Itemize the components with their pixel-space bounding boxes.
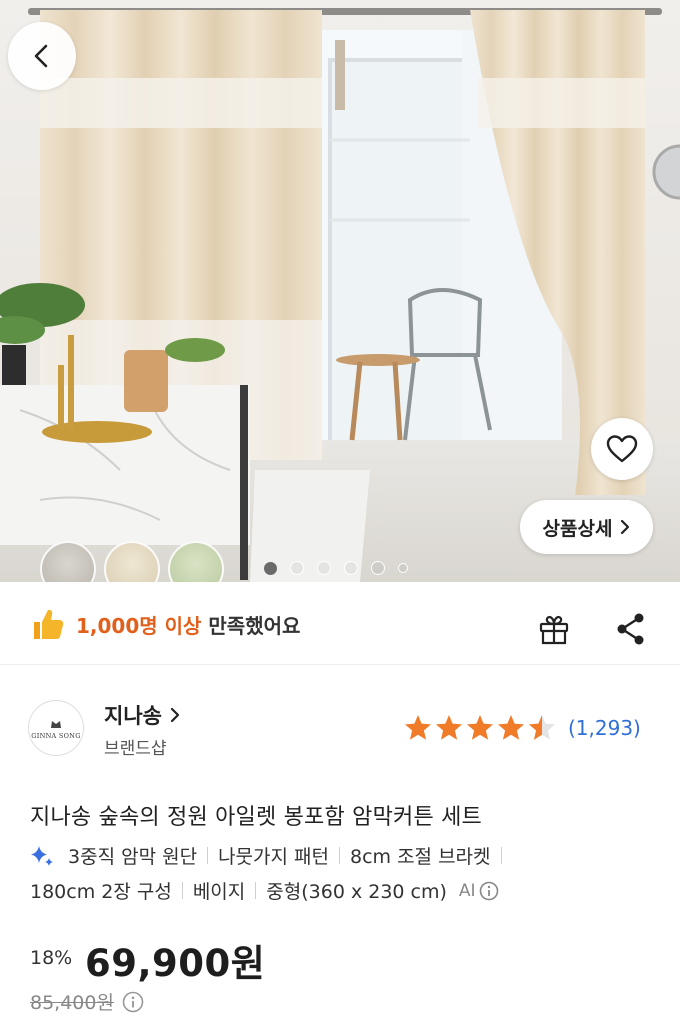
satisfaction-count: 1,000명 이상 xyxy=(76,613,202,638)
discount-rate: 18% xyxy=(30,947,73,969)
product-image-carousel[interactable]: 상품상세 xyxy=(0,0,680,582)
half-star-icon xyxy=(529,715,555,740)
original-price-row: 85,400원 xyxy=(30,988,144,1015)
sparkle-icon xyxy=(31,845,53,866)
share-icon xyxy=(617,613,644,645)
carousel-dot[interactable] xyxy=(371,561,385,575)
back-button[interactable] xyxy=(8,22,76,90)
tag-item: 중형(360 x 230 cm) xyxy=(266,881,447,903)
original-price: 85,400원 xyxy=(30,992,114,1014)
star-icon xyxy=(498,715,524,740)
carousel-dot[interactable] xyxy=(290,561,304,575)
satisfaction-banner: 1,000명 이상 만족했어요 xyxy=(30,606,300,642)
wishlist-button[interactable] xyxy=(591,418,653,480)
gift-button[interactable] xyxy=(534,609,574,649)
brand-subtitle: 브랜드샵 xyxy=(104,739,167,759)
info-icon[interactable] xyxy=(122,991,144,1013)
chevron-right-icon xyxy=(170,707,180,723)
heart-icon xyxy=(606,435,638,463)
star-icon xyxy=(405,715,431,740)
option-swatch-list xyxy=(40,541,224,582)
tag-item: 8cm 조절 브라켓 xyxy=(349,846,491,868)
rating-summary[interactable]: (1,293) xyxy=(404,713,641,743)
back-arrow-icon xyxy=(34,44,48,68)
chevron-right-icon xyxy=(621,519,630,535)
tag-separator xyxy=(181,882,183,899)
ai-summary-line: 3중직 암막 원단 나뭇가지 패턴 8cm 조절 브라켓 xyxy=(30,842,512,869)
star-rating xyxy=(405,715,555,740)
ai-label: AI xyxy=(458,880,476,901)
tag-item: 베이지 xyxy=(192,881,246,903)
sale-price: 69,900원 xyxy=(85,942,266,985)
option-swatch[interactable] xyxy=(104,541,160,582)
brand-emblem-icon xyxy=(51,720,61,728)
tag-separator xyxy=(338,847,340,864)
satisfaction-text: 1,000명 이상 만족했어요 xyxy=(76,610,300,639)
product-title: 지나송 숲속의 정원 아일렛 봉포함 암막커튼 세트 xyxy=(30,805,482,830)
share-button[interactable] xyxy=(611,609,651,649)
gift-icon xyxy=(539,615,569,645)
tag-item: 나뭇가지 패턴 xyxy=(218,846,329,868)
tag-item: 3중직 암막 원단 xyxy=(68,846,198,868)
option-swatch[interactable] xyxy=(40,541,96,582)
brand-shop-link[interactable]: 지나송 xyxy=(104,700,180,730)
carousel-indicator xyxy=(264,561,408,575)
section-divider xyxy=(0,664,680,665)
tag-separator xyxy=(500,847,502,864)
thumbs-up-icon xyxy=(34,609,64,639)
ai-info-button[interactable]: AI xyxy=(459,881,499,901)
tag-separator xyxy=(255,882,257,899)
product-detail-button[interactable]: 상품상세 xyxy=(520,500,653,554)
carousel-dot[interactable] xyxy=(344,561,358,575)
option-swatch[interactable] xyxy=(168,541,224,582)
tag-item: 180cm 2장 구성 xyxy=(30,881,172,903)
star-icon xyxy=(436,715,462,740)
carousel-dot[interactable] xyxy=(317,561,331,575)
product-detail-label: 상품상세 xyxy=(542,517,613,540)
star-icon xyxy=(467,715,493,740)
brand-name: 지나송 xyxy=(104,704,162,728)
carousel-dot[interactable] xyxy=(398,563,408,573)
brand-logo[interactable]: GINNA SONG xyxy=(28,700,84,756)
satisfaction-suffix: 만족했어요 xyxy=(201,613,301,638)
brand-logo-text: GINNA SONG xyxy=(31,731,81,740)
info-icon xyxy=(479,881,498,900)
ai-summary-line: 180cm 2장 구성 베이지 중형(360 x 230 cm) AI xyxy=(30,877,499,904)
review-count[interactable]: (1,293) xyxy=(568,716,641,740)
tag-separator xyxy=(207,847,209,864)
product-photo xyxy=(0,0,680,582)
carousel-dot[interactable] xyxy=(264,561,277,575)
